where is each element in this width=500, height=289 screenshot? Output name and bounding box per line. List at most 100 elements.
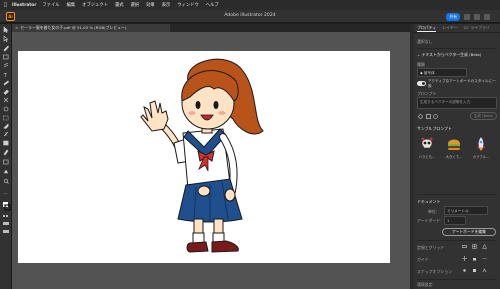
smart-guides-icon-graphic — [482, 258, 487, 259]
guides-label: ガイド — [417, 257, 429, 262]
sample-caption-2: 大きくて... — [445, 155, 463, 159]
unit-value: ミリメートル — [447, 209, 469, 213]
selection-tool-icon — [3, 26, 9, 33]
workspace-icon[interactable] — [484, 14, 490, 20]
shape-builder-tool-icon — [3, 131, 9, 137]
eyedropper-tool-icon — [3, 149, 9, 156]
window-title: Adobe Illustrator 2024 — [224, 13, 276, 18]
guides-icon[interactable] — [462, 256, 467, 261]
perspective-grid-icon-graphic — [482, 243, 487, 249]
rocket-icon — [477, 136, 485, 151]
grid-icon[interactable] — [472, 244, 477, 249]
divider — [417, 240, 497, 241]
snap-glyph-icon-graphic — [482, 268, 487, 273]
snap-pixel-icon-graphic — [473, 269, 476, 272]
snap-point-icon[interactable] — [462, 268, 467, 273]
document-tab-bar: × セーラー服を着た女の子.pdf @ 51.03 % (RGB/プレビュー) — [12, 24, 410, 32]
zoom-tool-icon — [3, 178, 9, 184]
style-reference-icon-graphic — [426, 114, 431, 119]
brush-tool-icon — [3, 80, 9, 86]
settings-icon-graphic — [418, 114, 423, 119]
document-tab[interactable]: × セーラー服を着た女の子.pdf @ 51.03 % (RGB/プレビュー) — [12, 24, 170, 32]
menu-bar:  Illustrator ファイル 編集 オブジェクト 書式 選択 効果 表示… — [0, 0, 500, 10]
match-style-label: アクティブなアートボードのスタイルに一致 — [428, 79, 496, 88]
preferences-label: 環境設定 — [417, 282, 433, 287]
info-icon[interactable] — [433, 114, 438, 119]
prompt-input[interactable]: 生成するベクターの説明を入力 — [417, 97, 497, 109]
sample-caption-3: カラフル... — [472, 155, 490, 159]
tab-cc-libraries[interactable]: CC ライブラリ — [464, 25, 490, 31]
sailor-girl-illustration[interactable] — [18, 51, 390, 263]
tools-panel: T … — [0, 24, 12, 289]
unit-dropdown[interactable]: ミリメートル — [444, 206, 488, 215]
settings-icon[interactable] — [418, 114, 423, 119]
unit-label: 単位： — [428, 209, 440, 214]
line-tool-icon — [3, 62, 9, 68]
apple-icon[interactable]:  — [4, 2, 7, 8]
document-heading: ドキュメント — [417, 199, 441, 204]
pen-tool-icon — [3, 45, 9, 52]
app-header: Ai Adobe Illustrator 2024 共有 — [0, 10, 500, 23]
close-tab-icon[interactable]: × — [15, 25, 18, 30]
samples-heading: サンプルプロンプト — [417, 126, 452, 131]
divider — [417, 194, 497, 195]
text-to-vector-heading: テキストからベクター生成 (Beta) — [421, 52, 482, 57]
panel-tabs: プロパティ レイヤー CC ライブラリ — [414, 24, 500, 33]
search-icon[interactable] — [474, 14, 480, 20]
menu-item-view[interactable]: 表示 — [162, 2, 171, 8]
menu-item-file[interactable]: ファイル — [42, 2, 59, 8]
artboard-label: アートボード： — [417, 218, 444, 223]
lock-guides-icon[interactable] — [472, 256, 477, 261]
burger-icon — [448, 139, 460, 150]
tab-layers[interactable]: レイヤー — [442, 25, 457, 31]
rotate-tool-icon — [3, 106, 9, 112]
more-tools-icon: … — [3, 191, 8, 196]
type-dropdown[interactable]: ◆ 被写体 — [417, 68, 467, 77]
cloud-icon[interactable] — [464, 14, 470, 20]
smart-guides-icon[interactable] — [482, 256, 487, 261]
rectangle-tool-icon — [3, 54, 9, 60]
snap-pixel-icon[interactable] — [472, 268, 477, 273]
selection-status: 選択なし — [417, 39, 433, 44]
generate-button[interactable]: 生成 (Beta) — [470, 112, 497, 120]
properties-panel: プロパティ レイヤー CC ライブラリ 選択なし ⌄ テキストからベクター生成 … — [414, 24, 500, 289]
color-mode-icon — [3, 215, 5, 217]
artboard-dropdown[interactable]: 1 — [444, 216, 466, 225]
toggle-knob — [422, 82, 425, 85]
menu-item-select[interactable]: 選択 — [131, 2, 140, 8]
menu-app-name[interactable]: Illustrator — [12, 3, 36, 8]
menu-item-window[interactable]: ウィンドウ — [177, 2, 198, 8]
scale-tool-icon — [3, 115, 9, 121]
document-tab-label: セーラー服を着た女の子.pdf @ 51.03 % (RGB/プレビュー) — [20, 25, 127, 30]
text-to-vector-header[interactable]: ⌄ テキストからベクター生成 (Beta) — [417, 52, 481, 58]
share-button[interactable]: 共有 — [446, 13, 460, 21]
sample-prompt-3[interactable]: カラフル... — [471, 136, 491, 162]
artboard-tool-icon — [3, 159, 9, 165]
gradient-tool-icon — [3, 140, 9, 146]
grid-icon-graphic — [472, 244, 477, 249]
sample-caption-1: バラとも... — [418, 155, 436, 159]
menu-item-effect[interactable]: 効果 — [146, 2, 155, 8]
draw-mode-icon — [3, 222, 9, 225]
type-tool-icon: T — [3, 73, 8, 79]
sample-prompt-1[interactable]: バラとも... — [417, 136, 437, 162]
chevron-down-icon: ⌄ — [417, 52, 421, 57]
eraser-tool-icon — [3, 89, 9, 95]
menu-item-object[interactable]: オブジェクト — [82, 2, 108, 8]
menu-item-help[interactable]: ヘルプ — [206, 2, 219, 8]
ruler-icon[interactable] — [462, 244, 467, 249]
edit-artboard-button[interactable]: アートボードを編集 — [442, 228, 496, 236]
tab-properties[interactable]: プロパティ — [417, 25, 437, 32]
skull-icon — [421, 137, 433, 149]
match-style-toggle[interactable] — [417, 81, 426, 86]
style-reference-icon[interactable] — [426, 114, 431, 119]
illustrator-window:  Illustrator ファイル 編集 オブジェクト 書式 選択 効果 表示… — [0, 0, 500, 289]
snap-glyph-icon[interactable] — [482, 268, 487, 273]
divider — [417, 48, 497, 49]
perspective-grid-icon[interactable] — [482, 243, 487, 249]
snap-options-label: スナップオプション — [417, 269, 453, 274]
sample-prompt-2[interactable]: 大きくて... — [444, 136, 464, 162]
ruler-icon-graphic — [462, 245, 467, 248]
menu-item-edit[interactable]: 編集 — [67, 2, 76, 8]
menu-item-type[interactable]: 書式 — [115, 2, 124, 8]
